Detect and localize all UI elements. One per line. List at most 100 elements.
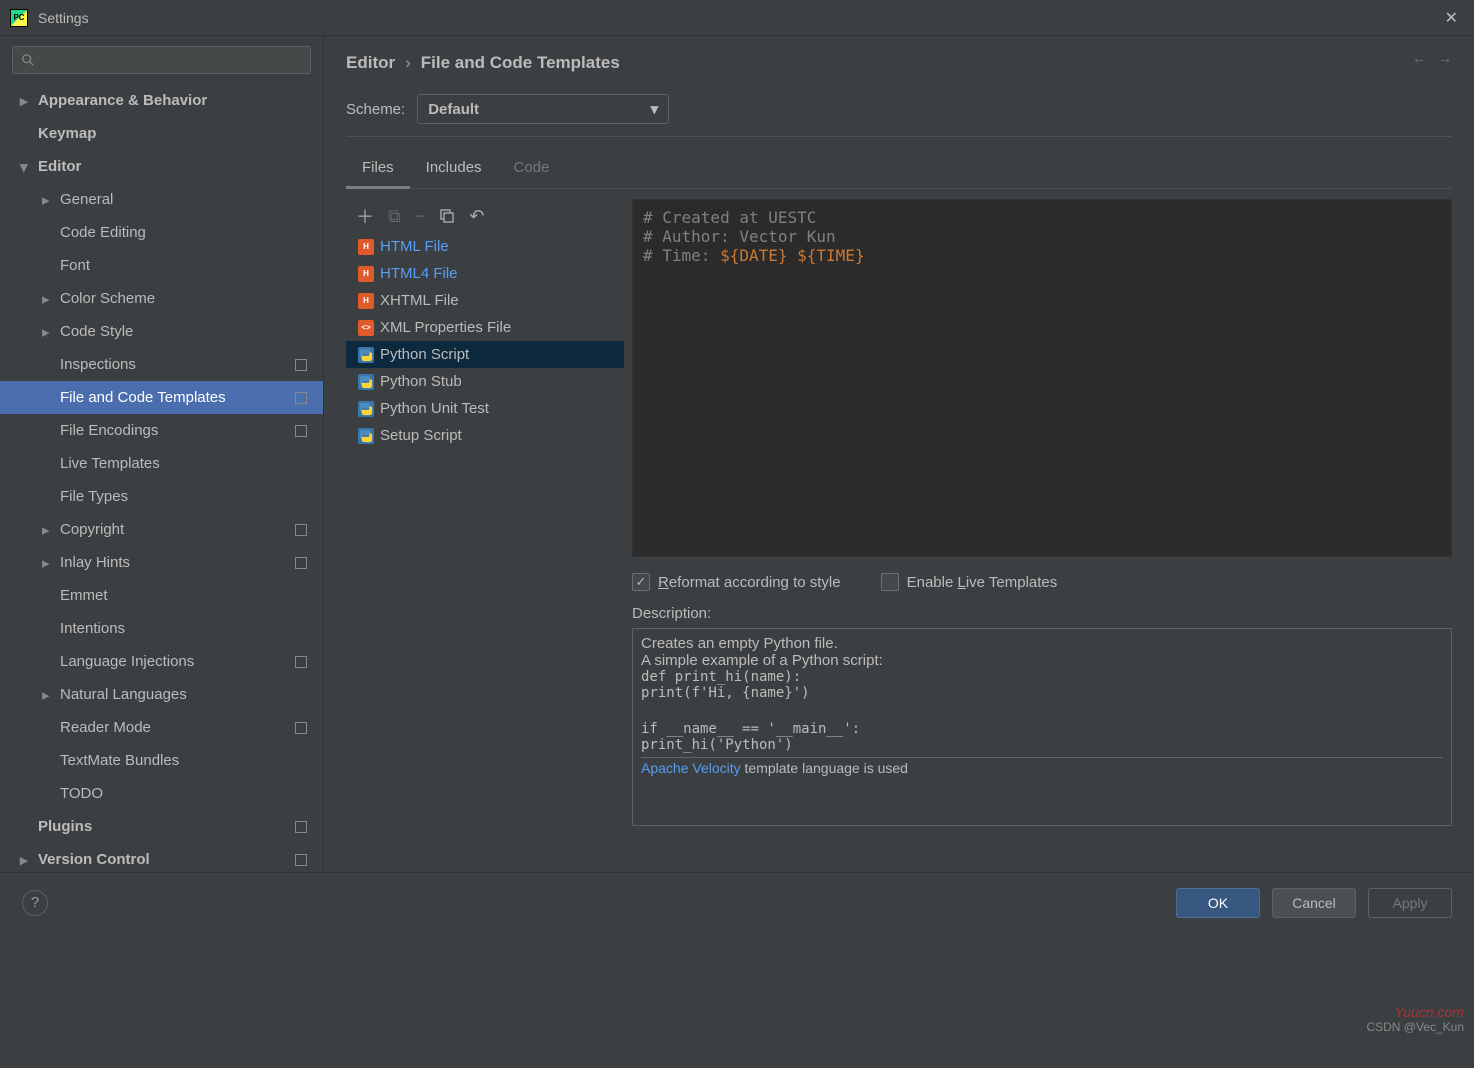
sidebar-item-file-encodings[interactable]: File Encodings (0, 414, 323, 447)
sidebar-item-emmet[interactable]: Emmet (0, 579, 323, 612)
description-label: Description: (632, 605, 1452, 622)
content-pane: Editor › File and Code Templates ← → Sch… (324, 36, 1474, 872)
window-title: Settings (38, 10, 1439, 26)
chevron-right-icon: ▸ (42, 686, 56, 704)
sidebar-item-copyright[interactable]: ▸Copyright (0, 513, 323, 546)
template-html4-file[interactable]: HHTML4 File (346, 260, 624, 287)
nav-forward-icon[interactable]: → (1438, 50, 1452, 66)
template-python-unit-test[interactable]: Python Unit Test (346, 395, 624, 422)
template-list: HHTML FileHHTML4 FileHXHTML File<>XML Pr… (346, 233, 624, 872)
chevron-right-icon: ▸ (42, 290, 56, 308)
sidebar-item-todo[interactable]: TODO (0, 777, 323, 810)
chevron-right-icon: ▸ (20, 92, 34, 110)
sidebar-item-inspections[interactable]: Inspections (0, 348, 323, 381)
scope-badge-icon (295, 821, 307, 833)
html-file-icon: H (358, 239, 374, 255)
sidebar-item-plugins[interactable]: Plugins (0, 810, 323, 843)
sidebar-item-reader-mode[interactable]: Reader Mode (0, 711, 323, 744)
add-icon[interactable]: ＋ (356, 203, 374, 229)
undo-icon[interactable]: ↶ (469, 206, 484, 227)
xml-file-icon: <> (358, 320, 374, 336)
template-editor[interactable]: # Created at UESTC # Author: Vector Kun … (632, 199, 1452, 557)
template-python-stub[interactable]: Python Stub (346, 368, 624, 395)
apply-button[interactable]: Apply (1368, 888, 1452, 918)
tabs: FilesIncludesCode (346, 151, 1452, 189)
chevron-right-icon: ▸ (42, 521, 56, 539)
scope-badge-icon (295, 425, 307, 437)
sidebar-item-inlay-hints[interactable]: ▸Inlay Hints (0, 546, 323, 579)
scheme-value: Default (428, 101, 479, 118)
template-toolbar: ＋ ⧉ − ↶ (346, 199, 624, 233)
sidebar-item-code-editing[interactable]: Code Editing (0, 216, 323, 249)
chevron-right-icon: ▸ (20, 851, 34, 869)
copy-template-icon: ⧉ (388, 206, 401, 227)
breadcrumb: Editor › File and Code Templates (346, 50, 1452, 76)
close-icon[interactable]: ✕ (1439, 4, 1464, 32)
watermark: Yuucn.com (1394, 1004, 1464, 1020)
titlebar: PC Settings ✕ (0, 0, 1474, 36)
sidebar-item-live-templates[interactable]: Live Templates (0, 447, 323, 480)
html-file-icon: H (358, 293, 374, 309)
scope-badge-icon (295, 392, 307, 404)
ok-button[interactable]: OK (1176, 888, 1260, 918)
tab-includes[interactable]: Includes (410, 151, 498, 188)
checkbox-icon (632, 573, 650, 591)
sidebar: ▸Appearance & BehaviorKeymap▾Editor▸Gene… (0, 36, 324, 872)
sidebar-item-color-scheme[interactable]: ▸Color Scheme (0, 282, 323, 315)
sidebar-item-intentions[interactable]: Intentions (0, 612, 323, 645)
scope-badge-icon (295, 359, 307, 371)
scope-badge-icon (295, 557, 307, 569)
description-box[interactable]: Creates an empty Python file. A simple e… (632, 628, 1452, 826)
sidebar-item-version-control[interactable]: ▸Version Control (0, 843, 323, 872)
chevron-right-icon: › (405, 53, 411, 73)
checkbox-icon (881, 573, 899, 591)
breadcrumb-root[interactable]: Editor (346, 53, 395, 73)
sidebar-item-natural-languages[interactable]: ▸Natural Languages (0, 678, 323, 711)
live-templates-checkbox[interactable]: Enable Live Templates (881, 573, 1058, 591)
sidebar-item-keymap[interactable]: Keymap (0, 117, 323, 150)
template-xhtml-file[interactable]: HXHTML File (346, 287, 624, 314)
template-html-file[interactable]: HHTML File (346, 233, 624, 260)
template-xml-properties-file[interactable]: <>XML Properties File (346, 314, 624, 341)
sidebar-item-textmate-bundles[interactable]: TextMate Bundles (0, 744, 323, 777)
help-button[interactable]: ? (22, 890, 48, 916)
py-file-icon (358, 347, 374, 363)
sidebar-item-appearance-behavior[interactable]: ▸Appearance & Behavior (0, 84, 323, 117)
scheme-label: Scheme: (346, 101, 405, 118)
scope-badge-icon (295, 524, 307, 536)
template-python-script[interactable]: Python Script (346, 341, 624, 368)
duplicate-icon[interactable] (439, 208, 455, 224)
settings-tree: ▸Appearance & BehaviorKeymap▾Editor▸Gene… (0, 84, 323, 872)
dialog-footer: ? OK Cancel Apply (0, 872, 1474, 932)
tab-code[interactable]: Code (498, 151, 566, 188)
tab-files[interactable]: Files (346, 151, 410, 189)
py-file-icon (358, 374, 374, 390)
sidebar-item-file-types[interactable]: File Types (0, 480, 323, 513)
chevron-down-icon: ▾ (20, 158, 34, 176)
velocity-link[interactable]: Apache Velocity (641, 760, 741, 776)
breadcrumb-leaf: File and Code Templates (421, 53, 620, 73)
search-icon (21, 53, 35, 67)
template-setup-script[interactable]: Setup Script (346, 422, 624, 449)
nav-back-icon[interactable]: ← (1412, 50, 1426, 66)
py-file-icon (358, 428, 374, 444)
cancel-button[interactable]: Cancel (1272, 888, 1356, 918)
search-input[interactable] (12, 46, 311, 74)
chevron-down-icon: ▾ (651, 100, 659, 118)
sidebar-item-font[interactable]: Font (0, 249, 323, 282)
scope-badge-icon (295, 656, 307, 668)
sidebar-item-file-and-code-templates[interactable]: File and Code Templates (0, 381, 323, 414)
html-file-icon: H (358, 266, 374, 282)
sidebar-item-editor[interactable]: ▾Editor (0, 150, 323, 183)
remove-icon[interactable]: − (415, 206, 426, 227)
sidebar-item-code-style[interactable]: ▸Code Style (0, 315, 323, 348)
watermark: CSDN @Vec_Kun (1366, 1020, 1464, 1034)
scheme-select[interactable]: Default ▾ (417, 94, 669, 124)
chevron-right-icon: ▸ (42, 554, 56, 572)
scope-badge-icon (295, 722, 307, 734)
app-icon: PC (10, 9, 28, 27)
sidebar-item-general[interactable]: ▸General (0, 183, 323, 216)
chevron-right-icon: ▸ (42, 191, 56, 209)
sidebar-item-language-injections[interactable]: Language Injections (0, 645, 323, 678)
reformat-checkbox[interactable]: Reformat according to style (632, 573, 841, 591)
